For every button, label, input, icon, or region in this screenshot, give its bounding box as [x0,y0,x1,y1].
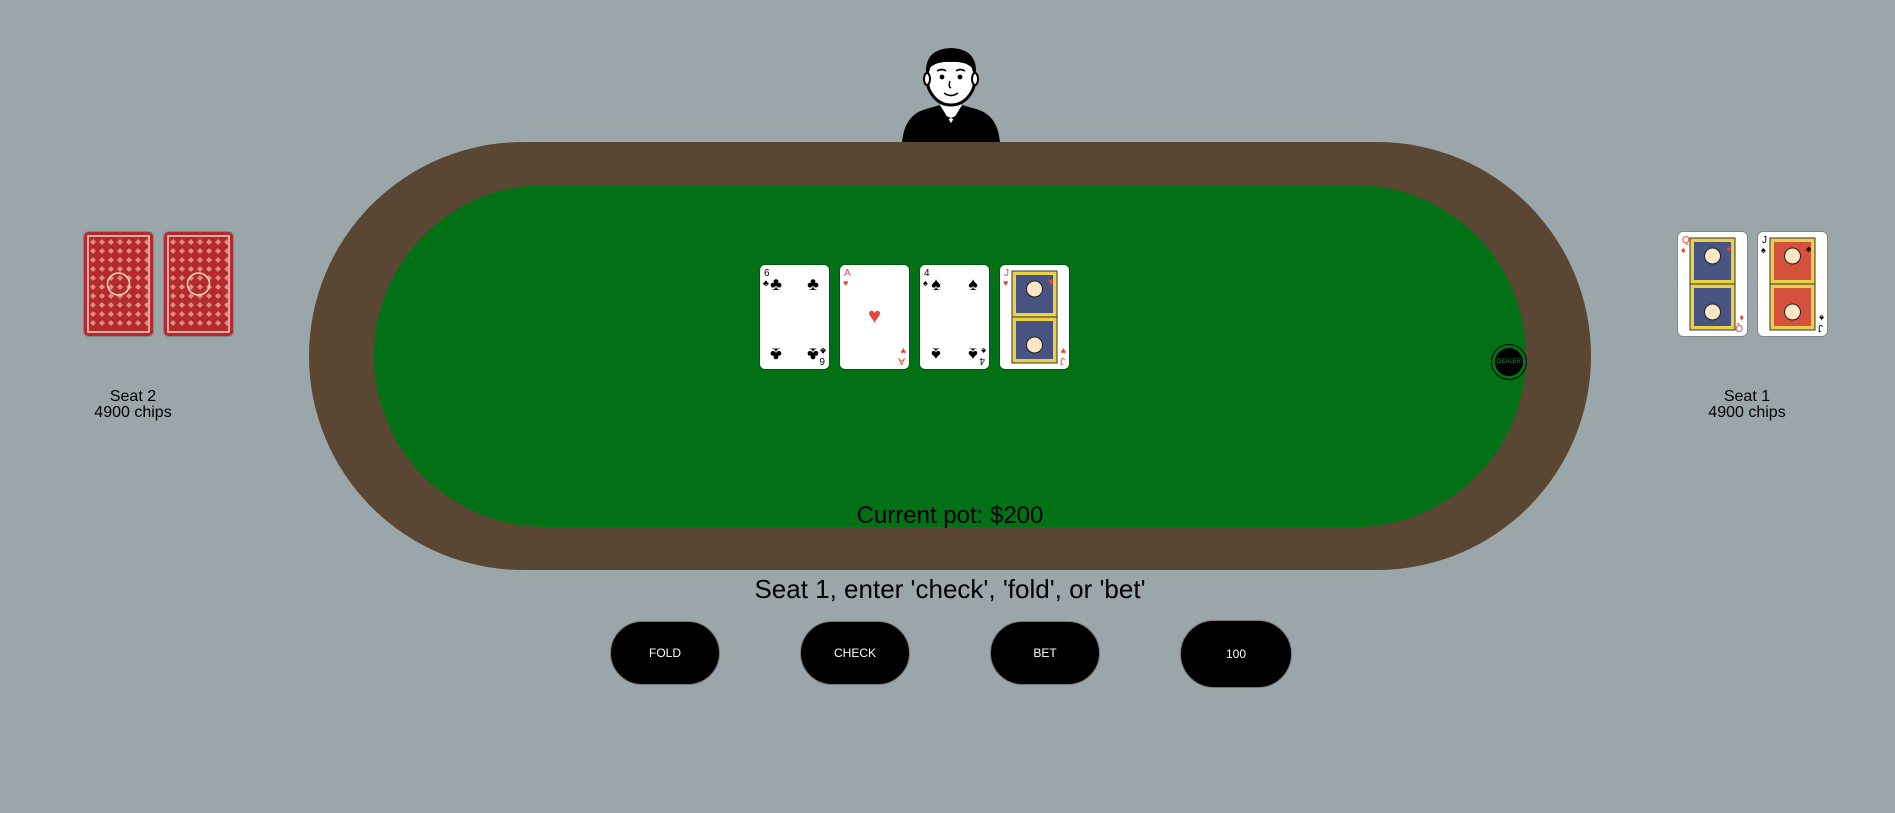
pot-amount: Current pot: $200 [856,502,1044,529]
dealer-button: DEALER [1492,345,1526,379]
card-suit-icon: ♠ [981,346,986,356]
card-suit-icon: ♠ [931,344,941,364]
card-back-pattern [84,232,153,336]
community-card: ♠ ♠ ♠ ♠ 4 ♠ 4 ♠ [920,265,989,369]
community-card: ♥ A ♥ A ♥ [840,265,909,369]
card-suit-icon: ♥ [901,346,906,356]
card-suit-icon: ♣ [807,344,819,364]
card-suit-icon: ♥ [843,278,848,288]
card-suit-icon: ♠ [1761,245,1766,255]
face-down-card [84,232,153,336]
card-suit-icon: ♥ [868,303,881,328]
seat-name: Seat 2 [109,388,157,405]
court-card-art: ♠ [1769,237,1816,331]
seat-name: Seat 1 [1723,388,1771,405]
card-suit-icon: ♣ [807,274,819,294]
card-suit-icon: ♠ [931,274,941,294]
action-prompt: Seat 1, enter 'check', 'fold', or 'bet' [754,574,1146,604]
card-suit-icon: ♦ [1726,244,1731,255]
card-suit-icon: ♣ [770,274,782,294]
check-button[interactable]: CHECK [800,621,910,685]
card-suit-icon: ♠ [968,344,978,364]
seat-1-info: Seat 1 4900 chips [1677,389,1817,421]
court-card-art: ♦ [1689,237,1736,331]
card-suit-icon: ♠ [1819,313,1824,323]
face-down-card [164,232,233,336]
seat-chip-count: 4900 chips [1708,404,1786,421]
fold-button[interactable]: FOLD [610,621,720,685]
court-card-art: ♥ [1011,270,1058,364]
card-suit-icon: ♣ [763,278,769,288]
dealer-avatar-icon [902,48,1000,143]
card-suit-icon: ♥ [1061,346,1066,356]
bet-button[interactable]: BET [990,621,1100,685]
card-suit-icon: ♣ [770,344,782,364]
card-suit-icon: ♠ [923,278,928,288]
community-card: ♥ J ♥ J ♥ [1000,265,1069,369]
bet-amount-button[interactable]: 100 [1180,620,1292,688]
community-card: ♣ ♣ ♣ ♣ 6 ♣ 6 ♣ [760,265,829,369]
card-suit-icon: ♥ [1003,278,1008,288]
hole-card: ♠ J ♠ J ♠ [1758,232,1827,336]
hole-card: ♦ Q ♦ Q ♦ [1678,232,1747,336]
card-suit-icon: ♥ [1048,277,1054,288]
card-suit-icon: ♦ [1739,313,1744,323]
seat-2-info: Seat 2 4900 chips [63,389,203,421]
card-suit-icon: ♠ [1806,244,1812,255]
card-suit-icon: ♣ [820,346,826,356]
card-back-pattern [164,232,233,336]
card-suit-icon: ♠ [968,274,978,294]
card-suit-icon: ♦ [1681,245,1686,255]
seat-chip-count: 4900 chips [94,404,172,421]
